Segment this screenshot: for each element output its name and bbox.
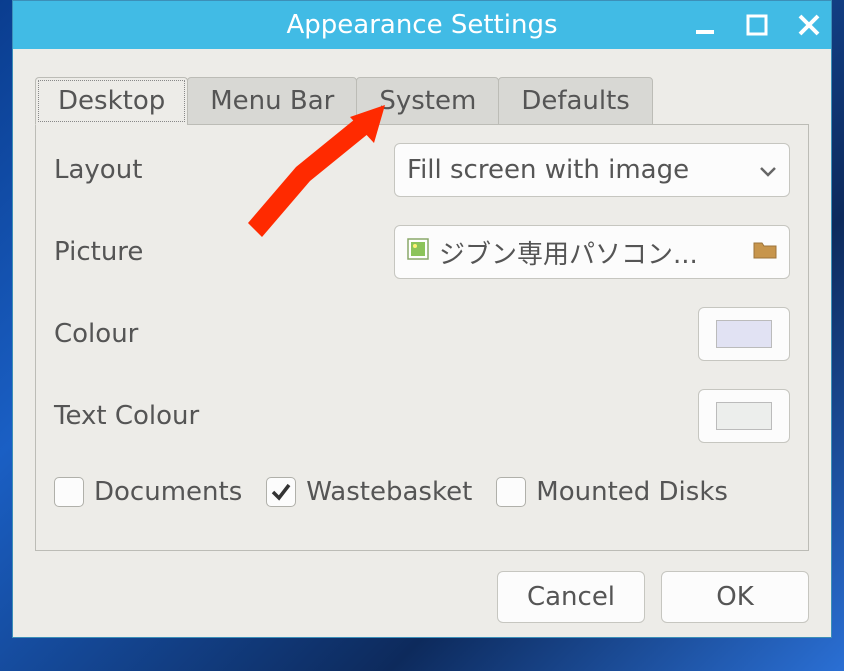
text-colour-label: Text Colour bbox=[54, 401, 374, 431]
titlebar: Appearance Settings bbox=[13, 1, 831, 49]
documents-label: Documents bbox=[94, 477, 242, 507]
colour-picker[interactable] bbox=[698, 307, 790, 361]
colour-row: Colour bbox=[54, 307, 790, 361]
cancel-button[interactable]: Cancel bbox=[497, 571, 645, 623]
picture-row: Picture ジブン専用パソコン... bbox=[54, 225, 790, 279]
text-colour-picker[interactable] bbox=[698, 389, 790, 443]
mounted-disks-checkbox[interactable]: Mounted Disks bbox=[496, 477, 728, 507]
layout-label: Layout bbox=[54, 155, 374, 185]
maximize-button[interactable] bbox=[743, 11, 771, 39]
wastebasket-label: Wastebasket bbox=[306, 477, 472, 507]
tab-system[interactable]: System bbox=[356, 77, 499, 125]
tab-menu-bar[interactable]: Menu Bar bbox=[187, 77, 357, 125]
minimize-button[interactable] bbox=[691, 11, 719, 39]
tab-defaults[interactable]: Defaults bbox=[498, 77, 653, 125]
ok-button[interactable]: OK bbox=[661, 571, 809, 623]
content-area: Desktop Menu Bar System Defaults Layout … bbox=[13, 49, 831, 561]
window-title: Appearance Settings bbox=[286, 10, 557, 40]
tab-strip: Desktop Menu Bar System Defaults bbox=[35, 77, 809, 125]
documents-checkbox[interactable]: Documents bbox=[54, 477, 242, 507]
layout-select-value: Fill screen with image bbox=[407, 155, 689, 185]
picture-chooser[interactable]: ジブン専用パソコン... bbox=[394, 225, 790, 279]
layout-row: Layout Fill screen with image bbox=[54, 143, 790, 197]
wastebasket-checkbox[interactable]: Wastebasket bbox=[266, 477, 472, 507]
image-icon bbox=[407, 237, 429, 267]
close-button[interactable] bbox=[795, 11, 823, 39]
tab-panel-desktop: Layout Fill screen with image Picture ジブ… bbox=[35, 124, 809, 551]
folder-icon bbox=[753, 237, 777, 267]
picture-label: Picture bbox=[54, 237, 374, 267]
colour-label: Colour bbox=[54, 319, 374, 349]
chevron-down-icon bbox=[759, 155, 777, 185]
checkbox-icon bbox=[54, 477, 84, 507]
text-colour-swatch bbox=[716, 402, 772, 430]
desktop-icons-checks: Documents Wastebasket Mounted Disks bbox=[54, 477, 790, 507]
mounted-disks-label: Mounted Disks bbox=[536, 477, 728, 507]
tab-desktop[interactable]: Desktop bbox=[35, 77, 188, 125]
text-colour-row: Text Colour bbox=[54, 389, 790, 443]
checkbox-icon bbox=[496, 477, 526, 507]
settings-window: Appearance Settings Desktop Menu Bar Sys… bbox=[12, 0, 832, 638]
layout-select[interactable]: Fill screen with image bbox=[394, 143, 790, 197]
dialog-footer: Cancel OK bbox=[13, 561, 831, 637]
picture-filename: ジブン専用パソコン... bbox=[439, 234, 698, 271]
checkbox-checked-icon bbox=[266, 477, 296, 507]
window-controls bbox=[691, 1, 823, 49]
colour-swatch bbox=[716, 320, 772, 348]
